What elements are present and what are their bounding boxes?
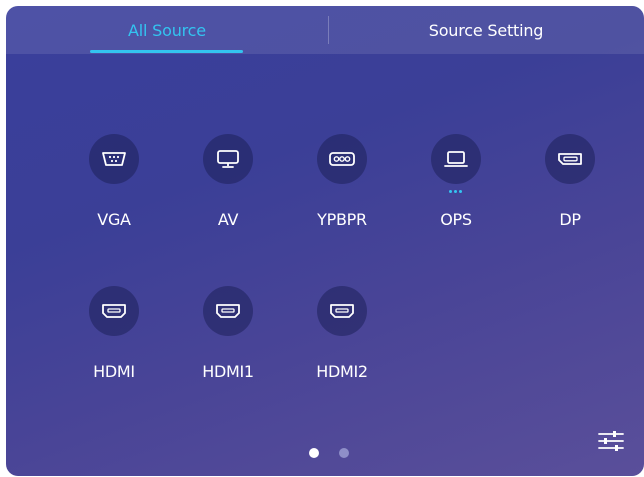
source-item-hdmi2[interactable]: HDMI2	[302, 286, 382, 396]
source-item-ypbpr[interactable]: YPBPR	[302, 134, 382, 244]
source-label-ops: OPS	[440, 210, 472, 229]
hdmi-port-icon	[317, 286, 367, 336]
source-item-av[interactable]: AV	[188, 134, 268, 244]
laptop-icon	[431, 134, 481, 184]
tab-active-underline	[90, 50, 243, 53]
source-label-hdmi: HDMI	[93, 362, 135, 381]
source-label-ypbpr: YPBPR	[317, 210, 367, 229]
sliders-icon	[598, 431, 624, 451]
source-panel: All Source Source Setting VGA AV YPBPR O…	[6, 6, 644, 476]
page-dot-2[interactable]	[339, 448, 349, 458]
component-port-icon	[317, 134, 367, 184]
source-item-hdmi[interactable]: HDMI	[74, 286, 154, 396]
tab-source-setting-label: Source Setting	[428, 20, 544, 40]
source-item-dp[interactable]: DP	[530, 134, 610, 244]
monitor-icon	[203, 134, 253, 184]
settings-button[interactable]	[596, 426, 626, 456]
hdmi-port-icon	[89, 286, 139, 336]
active-source-indicator	[449, 190, 463, 194]
hdmi-port-icon	[203, 286, 253, 336]
source-item-hdmi1[interactable]: HDMI1	[188, 286, 268, 396]
source-item-vga[interactable]: VGA	[74, 134, 154, 244]
source-label-av: AV	[217, 210, 239, 229]
source-label-hdmi2: HDMI2	[316, 362, 368, 381]
tab-all-source-label: All Source	[128, 20, 206, 40]
tab-all-source[interactable]: All Source	[6, 6, 328, 54]
tab-source-setting[interactable]: Source Setting	[328, 6, 644, 54]
source-label-vga: VGA	[97, 210, 131, 229]
page-dot-1[interactable]	[309, 448, 319, 458]
vga-port-icon	[89, 134, 139, 184]
displayport-icon	[545, 134, 595, 184]
source-label-hdmi1: HDMI1	[202, 362, 254, 381]
source-item-ops[interactable]: OPS	[416, 134, 496, 244]
tab-bar: All Source Source Setting	[6, 6, 644, 54]
source-label-dp: DP	[559, 210, 581, 229]
